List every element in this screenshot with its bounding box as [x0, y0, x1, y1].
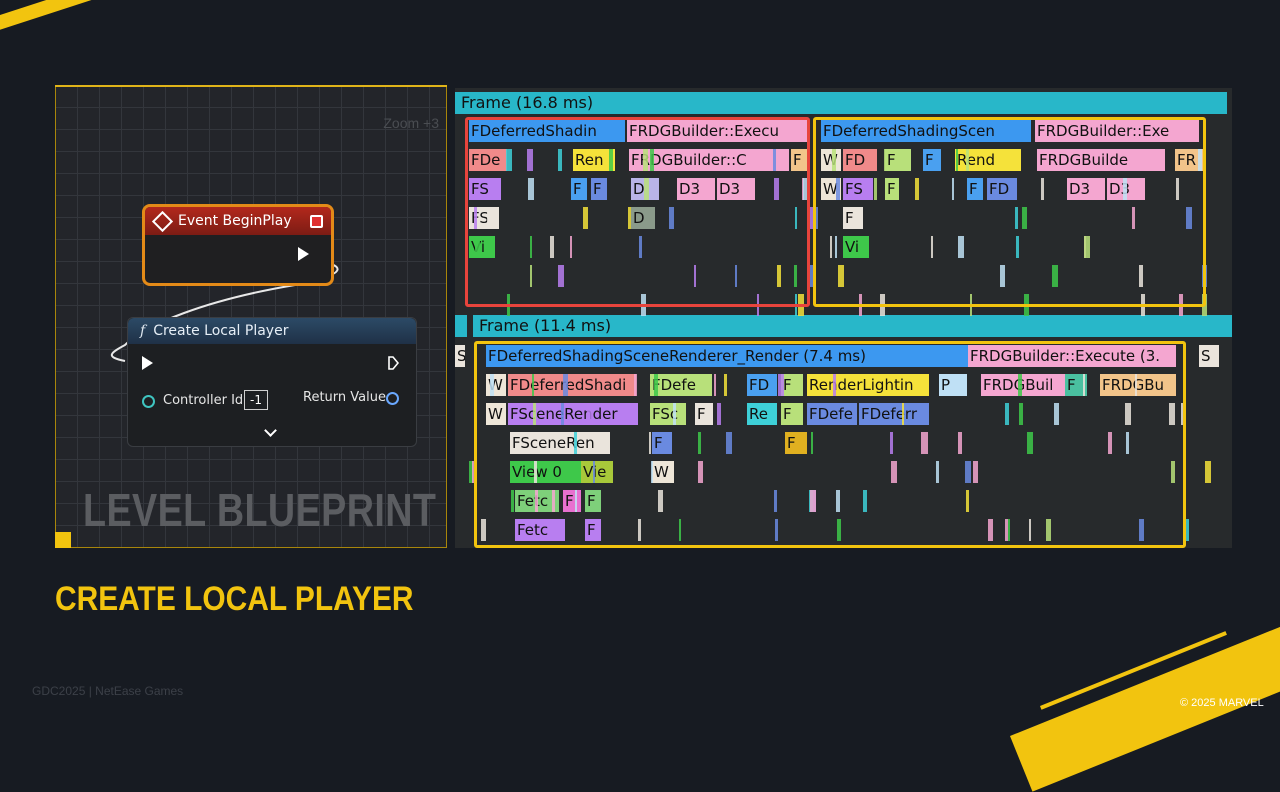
exec-out-pin-outline-icon[interactable]	[388, 356, 399, 370]
blueprint-graph-panel[interactable]: Zoom +3 Event BeginPlay f Create Local P…	[55, 85, 447, 548]
footer-event-label: GDC2025 | NetEase Games	[32, 684, 184, 698]
delegate-pin-icon[interactable]	[310, 215, 323, 228]
return-value-label: Return Value	[303, 390, 386, 405]
timeline-event-bar[interactable]: S	[1199, 345, 1219, 367]
highlight-box-yellow-bottom	[474, 341, 1186, 548]
timeline-tick	[1205, 461, 1212, 483]
level-blueprint-watermark: LEVEL BLUEPRINT	[83, 484, 437, 536]
controller-id-pin-icon[interactable]	[142, 395, 155, 408]
frame-bar-2-prev	[455, 315, 467, 337]
frame-bar-1[interactable]: Frame (16.8 ms)	[455, 92, 1227, 114]
slide-title: CREATE LOCAL PLAYER	[55, 580, 414, 618]
footer-copyright: © 2025 MARVEL	[1180, 697, 1264, 709]
controller-id-input[interactable]: -1	[244, 390, 268, 410]
timeline-event-bar[interactable]: S	[455, 345, 465, 367]
highlight-box-red	[465, 117, 810, 307]
panel-corner-marker	[55, 532, 71, 548]
expand-chevron-icon[interactable]	[264, 424, 277, 437]
create-node-title: Create Local Player	[153, 323, 289, 339]
event-diamond-icon	[151, 210, 174, 232]
controller-id-label: Controller Id	[163, 393, 244, 408]
gpu-profiler-timeline[interactable]: Frame (16.8 ms) Frame (11.4 ms) FDeferre…	[455, 88, 1232, 548]
frame-bar-2[interactable]: Frame (11.4 ms)	[473, 315, 1232, 337]
create-local-player-node[interactable]: f Create Local Player Controller Id -1 R…	[127, 317, 417, 447]
event-node-title: Event BeginPlay	[178, 213, 292, 229]
return-value-pin-icon[interactable]	[386, 392, 399, 405]
decor-stripe-top-left	[0, 0, 117, 42]
create-node-header: f Create Local Player	[128, 318, 416, 344]
exec-in-pin-icon[interactable]	[142, 356, 153, 370]
function-icon: f	[140, 323, 146, 339]
frame-bar-2-next	[1222, 315, 1228, 337]
event-beginplay-node[interactable]: Event BeginPlay	[142, 204, 334, 286]
highlight-box-yellow-top	[813, 117, 1206, 307]
event-node-header: Event BeginPlay	[145, 207, 331, 235]
exec-out-pin-icon[interactable]	[298, 247, 309, 261]
